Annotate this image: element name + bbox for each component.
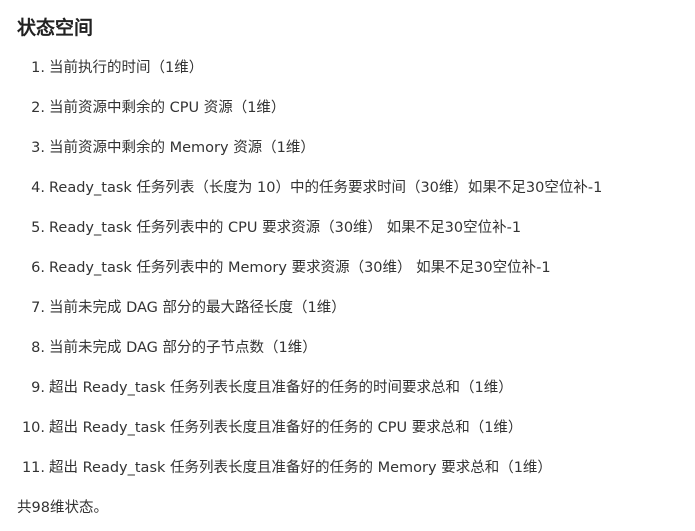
list-item-text: Ready_task 任务列表中的 Memory 要求资源（30维） 如果不足3… xyxy=(49,260,551,276)
list-item-number: 5. xyxy=(31,220,45,236)
list-item-number: 2. xyxy=(31,100,45,116)
list-item-number: 8. xyxy=(31,340,45,356)
section-heading: 状态空间 xyxy=(17,17,94,39)
list-item-text: Ready_task 任务列表（长度为 10）中的任务要求时间（30维）如果不足… xyxy=(49,180,603,196)
list-item-text: 当前执行的时间（1维） xyxy=(49,60,204,76)
list-item-text: 当前未完成 DAG 部分的最大路径长度（1维） xyxy=(49,300,346,316)
list-item-text: 当前未完成 DAG 部分的子节点数（1维） xyxy=(49,340,317,356)
list-item-text: Ready_task 任务列表中的 CPU 要求资源（30维） 如果不足30空位… xyxy=(49,220,522,236)
list-item-text: 当前资源中剩余的 CPU 资源（1维） xyxy=(49,100,286,116)
list-item-number: 11. xyxy=(21,460,45,476)
list-item-text: 超出 Ready_task 任务列表长度且准备好的任务的 CPU 要求总和（1维… xyxy=(49,420,523,436)
list-item-number: 4. xyxy=(31,180,45,196)
list-item-number: 7. xyxy=(31,300,45,316)
list-item-number: 9. xyxy=(31,380,45,396)
summary-text: 共98维状态。 xyxy=(17,500,108,516)
list-item-number: 1. xyxy=(31,60,45,76)
list-item-text: 超出 Ready_task 任务列表长度且准备好的任务的 Memory 要求总和… xyxy=(49,460,552,476)
list-item-text: 超出 Ready_task 任务列表长度且准备好的任务的时间要求总和（1维） xyxy=(49,380,513,396)
list-item-number: 3. xyxy=(31,140,45,156)
list-item-number: 6. xyxy=(31,260,45,276)
list-item-number: 10. xyxy=(21,420,45,436)
list-item-text: 当前资源中剩余的 Memory 资源（1维） xyxy=(49,140,315,156)
document: 状态空间 1. 当前执行的时间（1维） 2. 当前资源中剩余的 CPU 资源（1… xyxy=(0,0,695,531)
